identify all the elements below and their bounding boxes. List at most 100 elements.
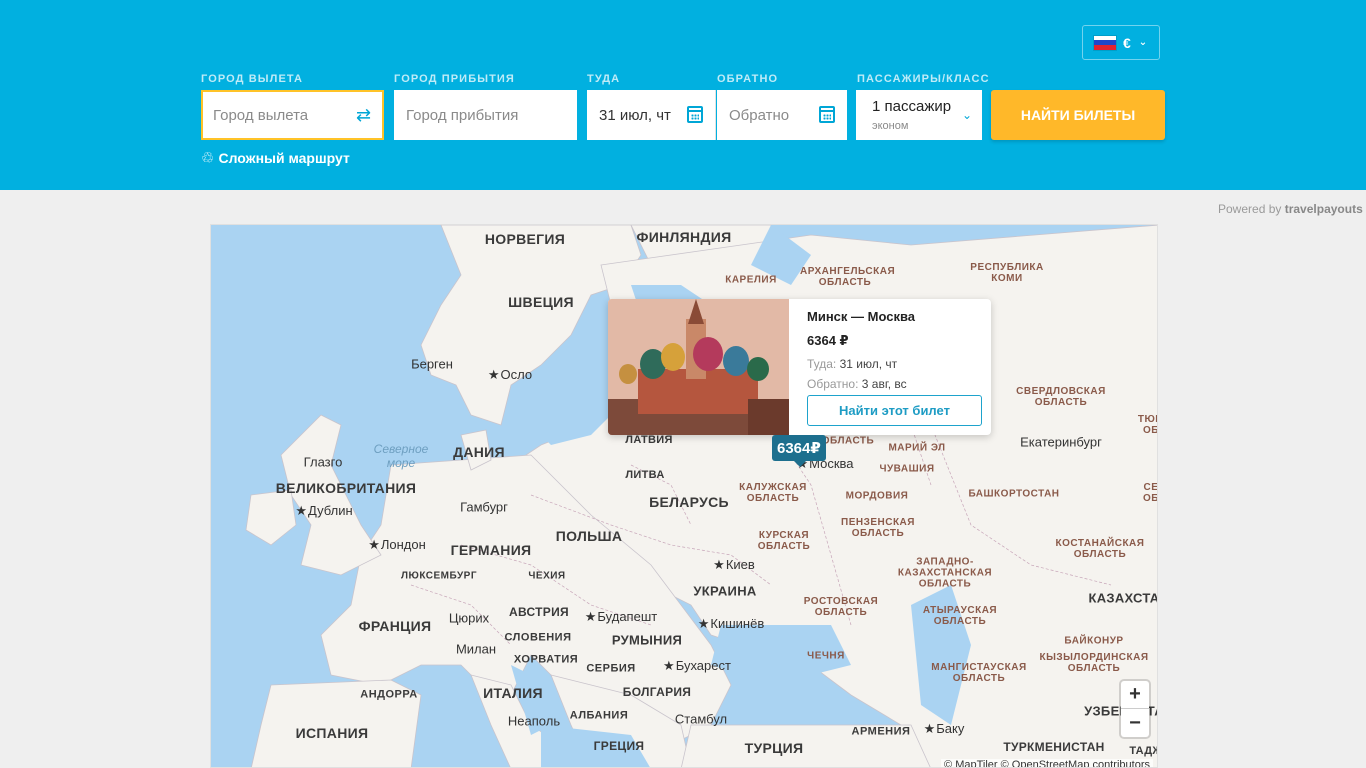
- zoom-controls: + −: [1121, 681, 1149, 737]
- route-icon: ♲: [201, 150, 215, 167]
- destination-photo: [608, 299, 789, 435]
- swap-icon[interactable]: ⇄: [356, 106, 374, 124]
- map-label-milan: Милан: [455, 641, 497, 657]
- map-label-france: ФРАНЦИЯ: [358, 618, 432, 634]
- destination-label: ГОРОД ПРИБЫТИЯ: [394, 73, 515, 85]
- passengers-label: ПАССАЖИРЫ/КЛАСС: [857, 73, 990, 85]
- map-label-baku: Баку: [924, 721, 964, 737]
- map-label-uk: ВЕЛИКОБРИТАНИЯ: [275, 480, 417, 496]
- origin-label: ГОРОД ВЫЛЕТА: [201, 73, 304, 85]
- map-label-armenia: АРМЕНИЯ: [851, 725, 911, 738]
- map-label-baikonur: БАЙКОНУР: [1064, 635, 1124, 647]
- map-label-bucharest: Бухарест: [663, 658, 731, 674]
- map-label-greece: ГРЕЦИЯ: [593, 739, 645, 753]
- map-label-bulgaria: БОЛГАРИЯ: [622, 685, 692, 699]
- return-date-input[interactable]: [717, 106, 807, 124]
- popup-route: Минск — Москва: [807, 309, 916, 324]
- map-label-italy: ИТАЛИЯ: [483, 685, 543, 701]
- passengers-selector[interactable]: 1 пассажир эконом ⌄: [856, 90, 982, 140]
- depart-field: [587, 90, 716, 140]
- search-tickets-button[interactable]: НАЙТИ БИЛЕТЫ: [991, 90, 1165, 140]
- calendar-icon[interactable]: [687, 106, 703, 123]
- powered-by[interactable]: Powered by travelpayouts: [1218, 202, 1363, 216]
- map-label-czechia: ЧЕХИЯ: [528, 570, 566, 582]
- popup-depart-key: Туда:: [807, 357, 837, 371]
- find-this-ticket-button[interactable]: Найти этот билет: [807, 395, 982, 426]
- popup-depart-value: 31 июл, чт: [839, 357, 898, 371]
- map-label-se-cut: СЕ ОБ: [1143, 482, 1158, 504]
- travel-class: эконом: [872, 120, 909, 132]
- map-label-austria: АВСТРИЯ: [509, 605, 569, 619]
- map-label-finland: ФИНЛЯНДИЯ: [636, 229, 732, 245]
- map-label-bergen: Берген: [411, 356, 453, 372]
- zoom-in-button[interactable]: +: [1121, 681, 1149, 709]
- return-label: ОБРАТНО: [717, 73, 779, 85]
- map-label-penza: ПЕНЗЕНСКАЯ ОБЛАСТЬ: [841, 517, 915, 539]
- map-label-poland: ПОЛЬША: [555, 528, 623, 544]
- map-label-andorra: АНДОРРА: [360, 688, 418, 701]
- popup-depart: Туда: 31 июл, чт: [807, 357, 982, 371]
- passengers-count: 1 пассажир: [872, 98, 952, 115]
- map-label-mangistau: МАНГИСТАУСКАЯ ОБЛАСТЬ: [931, 662, 1027, 684]
- depart-label: ТУДА: [587, 73, 621, 85]
- map-label-slovenia: СЛОВЕНИЯ: [504, 631, 572, 644]
- map-label-istanbul: Стамбул: [674, 711, 728, 727]
- map-label-west-kz: ЗАПАДНО-КАЗАХСТАНСКАЯ ОБЛАСТЬ: [897, 556, 993, 590]
- map-label-dublin: Дублин: [295, 503, 353, 519]
- chevron-down-icon: ⌄: [961, 108, 972, 122]
- moscow-cathedral-image: [608, 299, 789, 435]
- powered-by-brand: travelpayouts: [1284, 202, 1363, 216]
- map-attribution[interactable]: © MapTiler © OpenStreetMap contributors: [941, 759, 1153, 767]
- map-label-luxembourg: ЛЮКСЕМБУРГ: [400, 570, 478, 582]
- zoom-out-button[interactable]: −: [1121, 709, 1149, 737]
- popup-return-value: 3 авг, вс: [861, 377, 907, 391]
- map-label-kaluga: КАЛУЖСКАЯ ОБЛАСТЬ: [739, 482, 807, 504]
- map-label-naples: Неаполь: [507, 713, 561, 729]
- map-label-tajik-cut: ТАДЖ: [1129, 745, 1157, 757]
- map-label-romania: РУМЫНИЯ: [611, 632, 683, 648]
- calendar-icon[interactable]: [819, 106, 835, 123]
- destination-input[interactable]: [394, 106, 577, 124]
- complex-route-link[interactable]: ♲ Сложный маршрут: [201, 149, 350, 167]
- currency-symbol: €: [1123, 34, 1131, 51]
- powered-by-prefix: Powered by: [1218, 202, 1282, 216]
- russia-flag-icon: [1093, 34, 1117, 51]
- search-header: € ⌄ ГОРОД ВЫЛЕТА ГОРОД ПРИБЫТИЯ ТУДА ОБР…: [0, 0, 1366, 190]
- map-label-croatia: ХОРВАТИЯ: [513, 653, 579, 666]
- map-label-mari-el: МАРИЙ ЭЛ: [888, 442, 946, 454]
- map-label-chisinau: Кишинёв: [698, 616, 764, 632]
- map-label-oblast: ОБЛАСТЬ: [821, 435, 875, 447]
- map-label-sweden: ШВЕЦИЯ: [508, 294, 574, 310]
- map-label-hamburg: Гамбург: [460, 499, 508, 515]
- map-label-albania: АЛБАНИЯ: [569, 709, 629, 722]
- map-label-belarus: БЕЛАРУСЬ: [649, 494, 729, 510]
- map-label-budapest: Будапешт: [585, 609, 657, 625]
- popup-return-key: Обратно:: [807, 377, 859, 391]
- map-label-london: Лондон: [368, 537, 426, 553]
- map-label-atyrau: АТЫРАУСКАЯ ОБЛАСТЬ: [922, 605, 998, 627]
- depart-date-input[interactable]: [587, 106, 677, 124]
- flight-popup: Минск — Москва 6364 ₽ Туда: 31 июл, чт О…: [608, 299, 991, 435]
- map-label-latvia: ЛАТВИЯ: [625, 434, 673, 446]
- map-label-kursk: КУРСКАЯ ОБЛАСТЬ: [757, 530, 811, 552]
- map-label-spain: ИСПАНИЯ: [295, 725, 369, 741]
- map-label-ukraine: УКРАИНА: [693, 583, 757, 599]
- map-label-chechnya: ЧЕЧНЯ: [807, 650, 845, 662]
- map-label-bashkortostan: БАШКОРТОСТАН: [968, 488, 1060, 500]
- origin-field: ⇄: [201, 90, 384, 140]
- price-pin[interactable]: 6364₽: [772, 435, 826, 467]
- map-label-yekaterinburg: Екатеринбург: [1020, 434, 1102, 450]
- map-label-germany: ГЕРМАНИЯ: [450, 542, 532, 558]
- map-label-north-sea: Северное море: [373, 442, 429, 470]
- map-label-zurich: Цюрих: [448, 610, 490, 626]
- map[interactable]: НОРВЕГИЯ ФИНЛЯНДИЯ ШВЕЦИЯ КАРЕЛИЯ АРХАНГ…: [210, 224, 1158, 768]
- map-label-lithuania: ЛИТВА: [625, 469, 665, 481]
- language-currency-selector[interactable]: € ⌄: [1082, 25, 1160, 60]
- destination-field: [394, 90, 577, 140]
- chevron-down-icon: ⌄: [1138, 37, 1148, 48]
- map-label-serbia: СЕРБИЯ: [586, 662, 636, 675]
- map-label-mordovia: МОРДОВИЯ: [845, 490, 909, 502]
- map-label-chuvashia: ЧУВАШИЯ: [879, 463, 935, 475]
- popup-info: Минск — Москва 6364 ₽ Туда: 31 июл, чт О…: [807, 309, 982, 391]
- map-label-kyzylorda: КЫЗЫЛОРДИНСКАЯ ОБЛАСТЬ: [1039, 652, 1149, 674]
